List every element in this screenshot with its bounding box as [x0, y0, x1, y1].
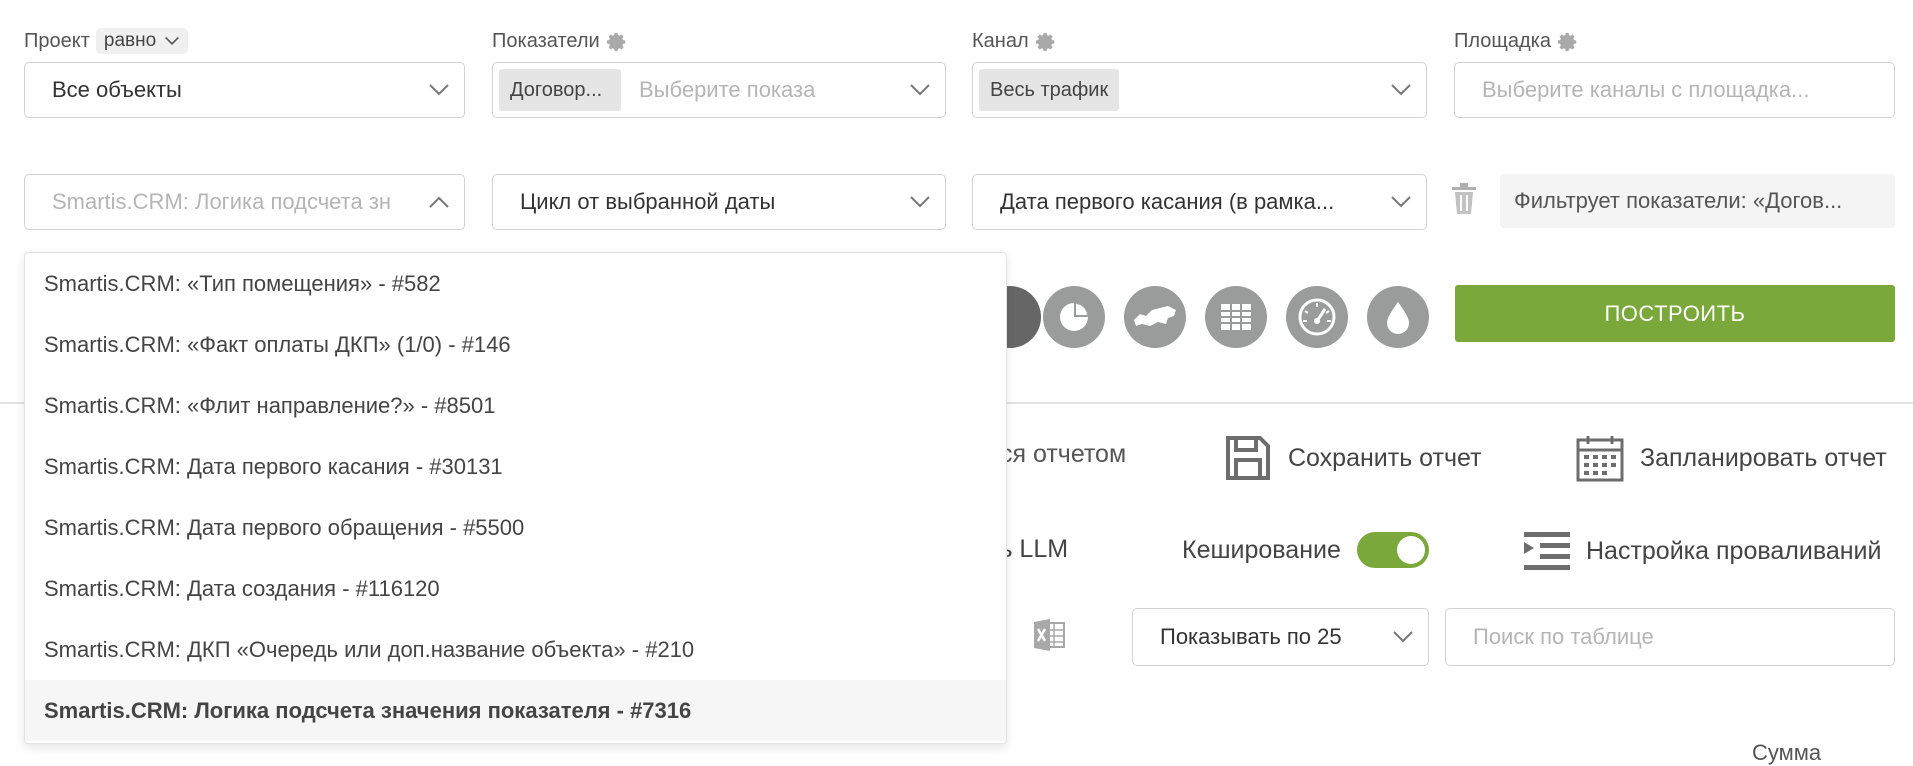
- calendar-icon: [1576, 436, 1624, 482]
- page-size-value: Показывать по 25: [1160, 624, 1342, 649]
- dropdown-option[interactable]: Smartis.CRM: «Тип помещения» - #582: [25, 253, 1006, 314]
- chevron-down-icon: [1391, 84, 1411, 96]
- table-search-placeholder: Поиск по таблице: [1473, 624, 1654, 649]
- chevron-down-icon: [165, 36, 180, 45]
- platform-select[interactable]: Выберите каналы с площадка...: [1454, 62, 1895, 118]
- drilldown-settings-label: Настройка проваливаний: [1586, 536, 1882, 565]
- table-glyph: [1221, 304, 1251, 330]
- channel-tag[interactable]: Весь трафик: [979, 69, 1120, 111]
- build-button[interactable]: ПОСТРОИТЬ: [1455, 285, 1895, 342]
- share-report-label: ся отчетом: [1000, 440, 1127, 468]
- filter-note: Фильтрует показатели: «Догов...: [1500, 174, 1895, 228]
- chevron-down-icon: [1393, 631, 1413, 643]
- pie-chart-glyph: [1060, 303, 1088, 331]
- column-header-sum: Сумма: [1752, 740, 1821, 766]
- gauge-glyph: [1298, 298, 1336, 336]
- metrics-label-text: Показатели: [492, 30, 600, 52]
- chevron-down-icon: [429, 84, 449, 96]
- save-report-label: Сохранить отчет: [1288, 443, 1482, 472]
- platform-label: Площадка: [1454, 30, 1579, 53]
- metrics-tag[interactable]: Договор...: [499, 69, 621, 111]
- build-button-label: ПОСТРОИТЬ: [1604, 300, 1746, 326]
- map-glyph: [1134, 306, 1176, 326]
- platform-placeholder: Выберите каналы с площадка...: [1482, 77, 1810, 102]
- channel-select[interactable]: Весь трафик: [972, 62, 1427, 118]
- project-select[interactable]: Все объекты: [24, 62, 465, 118]
- project-label-text: Проект: [24, 29, 90, 52]
- date-select[interactable]: Дата первого касания (в рамка...: [972, 174, 1427, 230]
- pie-chart-icon[interactable]: [1043, 286, 1105, 348]
- cycle-select-value: Цикл от выбранной даты: [520, 189, 776, 214]
- date-select-value: Дата первого касания (в рамка...: [1000, 189, 1335, 214]
- dropdown-option[interactable]: Smartis.CRM: «Факт оплаты ДКП» (1/0) - #…: [25, 314, 1006, 375]
- platform-label-text: Площадка: [1454, 30, 1551, 52]
- table-search-input[interactable]: Поиск по таблице: [1445, 608, 1895, 666]
- dropdown-option[interactable]: Smartis.CRM: «Флит направление?» - #8501: [25, 375, 1006, 436]
- caching-toggle[interactable]: [1356, 532, 1429, 568]
- caching-control: Кеширование: [1182, 532, 1429, 568]
- gauge-icon[interactable]: [1286, 286, 1348, 348]
- dropdown-option[interactable]: Smartis.CRM: Дата первого касания - #301…: [25, 436, 1006, 497]
- page-size-select[interactable]: Показывать по 25: [1132, 608, 1429, 666]
- dropdown-option[interactable]: Smartis.CRM: Логика подсчета значения по…: [25, 680, 1006, 741]
- operator-select[interactable]: равно: [95, 28, 189, 54]
- map-icon[interactable]: [1124, 286, 1186, 348]
- caching-label: Кеширование: [1182, 535, 1341, 564]
- logic-dropdown-menu: Smartis.CRM: «Тип помещения» - #582 Smart…: [24, 252, 1007, 744]
- dropdown-option[interactable]: Smartis.CRM: ДКП «Очередь или доп.назван…: [25, 619, 1006, 680]
- channel-label-text: Канал: [972, 30, 1029, 52]
- gear-icon[interactable]: [1035, 31, 1057, 53]
- gear-icon[interactable]: [606, 31, 628, 53]
- cycle-select[interactable]: Цикл от выбранной даты: [492, 174, 946, 230]
- logic-select-placeholder: Smartis.CRM: Логика подсчета зн: [52, 189, 392, 214]
- schedule-report-label: Запланировать отчет: [1640, 443, 1887, 472]
- excel-icon[interactable]: [1032, 618, 1066, 652]
- chevron-down-icon: [910, 196, 930, 208]
- schedule-report-button[interactable]: Запланировать отчет: [1576, 434, 1887, 482]
- trash-icon[interactable]: [1451, 183, 1477, 215]
- chevron-up-icon: [429, 196, 449, 208]
- drilldown-settings-button[interactable]: Настройка проваливаний: [1524, 532, 1881, 570]
- chevron-down-icon: [1391, 196, 1411, 208]
- gear-icon[interactable]: [1557, 31, 1579, 53]
- project-select-value: Все объекты: [52, 77, 182, 102]
- dropdown-option[interactable]: Smartis.CRM: Дата первого обращения - #5…: [25, 497, 1006, 558]
- project-label: Проект равно: [24, 28, 189, 54]
- share-report-action[interactable]: ся отчетом: [1000, 440, 1126, 469]
- table-icon[interactable]: [1205, 286, 1267, 348]
- channel-label: Канал: [972, 30, 1057, 53]
- metrics-placeholder: Выберите показа: [639, 77, 816, 102]
- operator-value: равно: [103, 30, 157, 51]
- logic-select[interactable]: Smartis.CRM: Логика подсчета зн: [24, 174, 465, 230]
- indent-list-icon: [1524, 532, 1570, 570]
- drop-icon[interactable]: [1367, 286, 1429, 348]
- metrics-select[interactable]: Договор... Выберите показа: [492, 62, 946, 118]
- metrics-label: Показатели: [492, 30, 628, 53]
- save-report-button[interactable]: Сохранить отчет: [1224, 434, 1482, 482]
- filter-note-text: Фильтрует показатели: «Догов...: [1514, 188, 1843, 213]
- save-icon: [1226, 436, 1270, 480]
- drop-glyph: [1387, 302, 1409, 334]
- chevron-down-icon: [910, 84, 930, 96]
- dropdown-option[interactable]: Smartis.CRM: Дата создания - #116120: [25, 558, 1006, 619]
